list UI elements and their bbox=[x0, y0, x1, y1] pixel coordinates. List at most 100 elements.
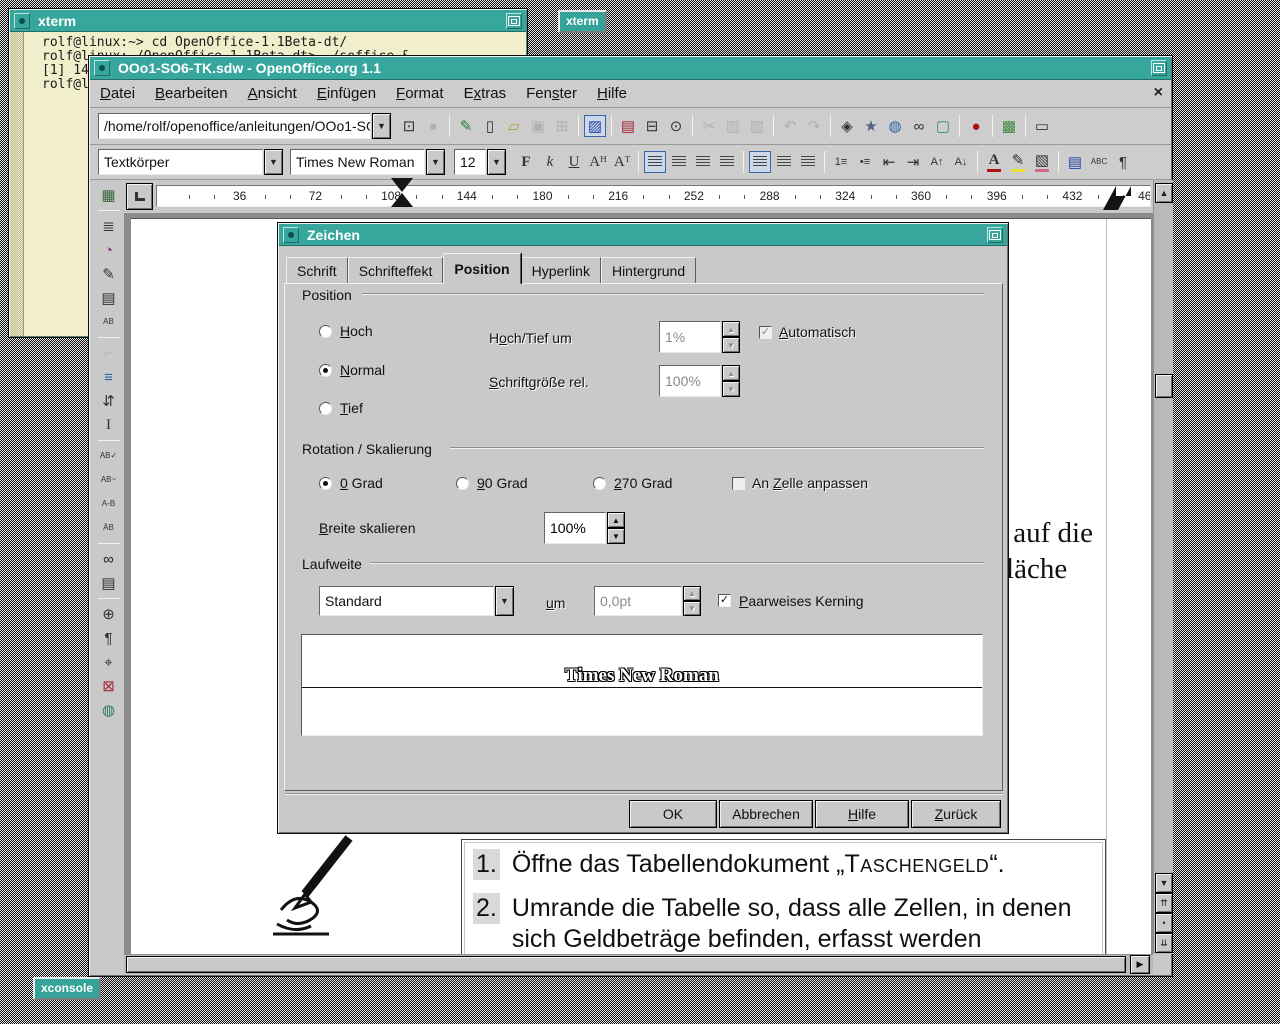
navigator-icon[interactable]: ◈ bbox=[836, 115, 858, 137]
copy-icon[interactable]: ▥ bbox=[722, 115, 744, 137]
gallery-doc-icon[interactable]: ◍ bbox=[884, 115, 906, 137]
thesaurus-icon[interactable]: ÄB bbox=[98, 517, 120, 539]
character-dialog[interactable]: Zeichen Schrift Schrifteffekt Position Hype… bbox=[277, 222, 1009, 834]
auto-spellcheck-icon[interactable]: AB~ bbox=[98, 469, 120, 491]
line-spacing-2-icon[interactable] bbox=[797, 151, 819, 173]
xterm-minimized-label[interactable]: xterm bbox=[558, 10, 607, 33]
form-functions-icon[interactable]: ▤ bbox=[98, 287, 120, 309]
radio-270-grad-label[interactable]: 270 Grad bbox=[614, 475, 672, 491]
radio-hoch-label[interactable]: Hoch bbox=[340, 323, 373, 339]
radio-0-grad-label[interactable]: 0 Grad bbox=[340, 475, 383, 491]
superscript-icon[interactable]: Aᴴ bbox=[587, 151, 609, 173]
autotext-icon[interactable]: AB bbox=[98, 311, 120, 333]
text-cursor-icon[interactable]: I bbox=[98, 414, 120, 436]
font-size-input[interactable]: 12 bbox=[454, 149, 486, 175]
menu-hilfe[interactable]: Hilfe bbox=[587, 82, 637, 105]
undo-icon[interactable]: ↶ bbox=[779, 115, 801, 137]
scroll-down-button[interactable]: ▼ bbox=[1155, 873, 1173, 893]
ok-button[interactable]: OK bbox=[629, 800, 717, 828]
radio-hoch[interactable] bbox=[319, 325, 332, 338]
automatic-label[interactable]: Automatisch bbox=[779, 324, 856, 340]
graphics-onoff-icon[interactable]: ⊠ bbox=[98, 675, 120, 697]
printer-icon[interactable]: ⊟ bbox=[641, 115, 663, 137]
stylist-icon[interactable]: ★ bbox=[860, 115, 882, 137]
decrease-indent-icon[interactable]: ⇤ bbox=[878, 151, 900, 173]
insert-object-icon[interactable]: ◔ bbox=[98, 239, 120, 261]
previous-page-button[interactable]: ⇈ bbox=[1155, 893, 1173, 913]
xterm-scrollbar[interactable] bbox=[10, 32, 24, 336]
cut-icon[interactable]: ✂ bbox=[698, 115, 720, 137]
online-layout-icon[interactable]: ▢ bbox=[932, 115, 954, 137]
window-menu-button[interactable] bbox=[283, 226, 299, 243]
insert-lines-icon[interactable]: ≡ bbox=[98, 366, 120, 388]
scrollbar-thumb[interactable] bbox=[1155, 374, 1173, 398]
tab-hintergrund[interactable]: Hintergrund bbox=[600, 257, 697, 284]
radio-90-grad-label[interactable]: 90 Grad bbox=[477, 475, 528, 491]
close-document-icon[interactable]: × bbox=[1154, 84, 1163, 102]
window-menu-button[interactable] bbox=[14, 12, 30, 29]
xterm-titlebar[interactable]: xterm bbox=[10, 10, 526, 32]
radio-normal[interactable] bbox=[319, 364, 332, 377]
source-view-icon[interactable]: ▭ bbox=[1031, 115, 1053, 137]
page-preview-icon[interactable]: ⊙ bbox=[665, 115, 687, 137]
load-url-icon[interactable]: ⊡ bbox=[398, 115, 420, 137]
size-dropdown-button[interactable]: ▼ bbox=[487, 149, 506, 175]
font-name-input[interactable]: Times New Roman bbox=[290, 149, 425, 175]
move-chapter-icon[interactable]: ⇵ bbox=[98, 390, 120, 412]
window-menu-button[interactable] bbox=[94, 60, 110, 76]
maximize-button[interactable] bbox=[506, 12, 522, 29]
scroll-right-button[interactable]: ▶ bbox=[1130, 955, 1150, 974]
radio-normal-label[interactable]: Normal bbox=[340, 362, 385, 378]
next-page-button[interactable]: ⇊ bbox=[1155, 933, 1173, 953]
insert-section-icon[interactable]: ≣ bbox=[98, 215, 120, 237]
save-document-icon[interactable]: ▣ bbox=[527, 115, 549, 137]
draw-functions-icon[interactable]: ✎ bbox=[98, 263, 120, 285]
pair-kerning-label[interactable]: Paarweises Kerning bbox=[739, 593, 864, 609]
url-input[interactable]: /home/rolf/openoffice/anleitungen/OOo1-S… bbox=[98, 113, 371, 139]
line-spacing-15-icon[interactable] bbox=[773, 151, 795, 173]
autoformat-icon[interactable]: ABC bbox=[1088, 151, 1110, 173]
zoom-icon[interactable]: ⊕ bbox=[98, 603, 120, 625]
tab-type-button[interactable] bbox=[126, 183, 153, 210]
bold-icon[interactable]: F bbox=[515, 151, 537, 173]
scale-width-value[interactable]: 100% bbox=[544, 512, 606, 544]
abbrechen-button[interactable]: Abbrechen bbox=[719, 800, 813, 828]
spin-up-icon[interactable]: ▲ bbox=[607, 512, 625, 528]
online-layout-icon[interactable]: ◍ bbox=[98, 699, 120, 721]
new-document-icon[interactable]: ▯ bbox=[479, 115, 501, 137]
paste-icon[interactable]: ▧ bbox=[746, 115, 768, 137]
raise-lower-value[interactable]: 1% bbox=[659, 321, 721, 353]
edit-file-icon[interactable]: ✎ bbox=[455, 115, 477, 137]
tab-schrift[interactable]: Schrift bbox=[286, 257, 348, 284]
redo-icon[interactable]: ↷ bbox=[803, 115, 825, 137]
nonprinting-characters-icon[interactable]: ¶ bbox=[98, 627, 120, 649]
fit-to-line-label[interactable]: An Zelle anpassen bbox=[752, 475, 868, 491]
radio-270-grad[interactable] bbox=[593, 477, 606, 490]
horizontal-scrollbar[interactable]: ▶ bbox=[124, 954, 1153, 974]
align-justify-icon[interactable] bbox=[716, 151, 738, 173]
spacing-dropdown-button[interactable]: ▼ bbox=[495, 586, 514, 616]
edit-mode-icon[interactable]: ▨ bbox=[584, 115, 606, 137]
spin-up-icon[interactable]: ▲ bbox=[722, 365, 740, 381]
menu-datei[interactable]: Datei bbox=[90, 82, 145, 105]
subscript-icon[interactable]: Aᵀ bbox=[611, 151, 633, 173]
grow-font-icon[interactable]: A↑ bbox=[926, 151, 948, 173]
menu-format[interactable]: Format bbox=[386, 82, 454, 105]
radio-tief[interactable] bbox=[319, 402, 332, 415]
url-dropdown-button[interactable]: ▼ bbox=[372, 113, 391, 139]
scroll-up-button[interactable]: ▲ bbox=[1155, 183, 1173, 203]
shrink-font-icon[interactable]: A↓ bbox=[950, 151, 972, 173]
graphics-icon[interactable]: ▤ bbox=[1064, 151, 1086, 173]
record-macro-icon[interactable]: ● bbox=[965, 115, 987, 137]
find-icon[interactable]: ∞ bbox=[98, 548, 120, 570]
dialog-titlebar[interactable]: Zeichen bbox=[279, 224, 1007, 246]
background-color-icon[interactable]: ▧ bbox=[1031, 151, 1053, 173]
menu-extras[interactable]: Extras bbox=[454, 82, 517, 105]
menu-ansicht[interactable]: Ansicht bbox=[238, 82, 307, 105]
insert-mark-icon[interactable]: ⌐ bbox=[98, 342, 120, 364]
hilfe-button[interactable]: Hilfe bbox=[815, 800, 909, 828]
paragraph-style-input[interactable]: Textkörper bbox=[98, 149, 263, 175]
font-color-icon[interactable]: A bbox=[983, 151, 1005, 173]
insert-table-icon[interactable]: ▦ bbox=[98, 184, 120, 206]
direct-cursor-icon[interactable]: ⌖ bbox=[98, 651, 120, 673]
